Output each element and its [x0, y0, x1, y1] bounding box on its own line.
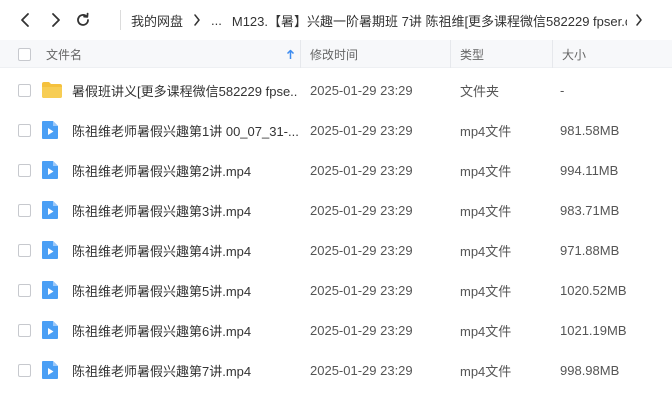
- breadcrumb-root[interactable]: 我的网盘: [131, 11, 183, 30]
- file-modified-time: 2025-01-29 23:29: [310, 362, 413, 378]
- row-checkbox[interactable]: [18, 150, 31, 190]
- row-checkbox[interactable]: [18, 270, 31, 310]
- toolbar-divider: [120, 10, 121, 30]
- column-header-modified[interactable]: 修改时间: [310, 40, 358, 68]
- file-type: mp4文件: [460, 163, 512, 179]
- file-list-header: 文件名 修改时间 类型 大小: [0, 40, 672, 68]
- row-checkbox[interactable]: [18, 70, 31, 110]
- back-button[interactable]: [15, 9, 35, 31]
- column-header-size[interactable]: 大小: [562, 40, 586, 68]
- breadcrumb-separator-icon: [193, 14, 201, 26]
- file-row-video[interactable]: 陈祖维老师暑假兴趣第2讲.mp4 2025-01-29 23:29 mp4文件 …: [0, 150, 672, 190]
- file-name[interactable]: 陈祖维老师暑假兴趣第4讲.mp4: [72, 230, 298, 270]
- chevron-right-icon: [52, 13, 60, 27]
- file-type: mp4文件: [460, 363, 512, 379]
- navigation-toolbar: 我的网盘 ... M123.【暑】兴趣一阶暑期班 7讲 陈祖维[更多课程微信58…: [0, 0, 672, 40]
- select-all-checkbox[interactable]: [18, 40, 31, 68]
- file-size: -: [560, 82, 565, 98]
- file-type: 文件夹: [460, 83, 500, 99]
- row-checkbox[interactable]: [18, 230, 31, 270]
- breadcrumb: 我的网盘 ... M123.【暑】兴趣一阶暑期班 7讲 陈祖维[更多课程微信58…: [131, 10, 672, 30]
- file-modified-time: 2025-01-29 23:29: [310, 82, 413, 98]
- file-row-video[interactable]: 陈祖维老师暑假兴趣第1讲 00_07_31-... 2025-01-29 23:…: [0, 110, 672, 150]
- file-name[interactable]: 陈祖维老师暑假兴趣第1讲 00_07_31-...: [72, 110, 298, 150]
- refresh-icon: [77, 12, 89, 26]
- file-name[interactable]: 陈祖维老师暑假兴趣第7讲.mp4: [72, 350, 298, 390]
- file-row-video[interactable]: 陈祖维老师暑假兴趣第7讲.mp4 2025-01-29 23:29 mp4文件 …: [0, 350, 672, 390]
- video-file-icon: [41, 190, 59, 230]
- file-name[interactable]: 暑假班讲义[更多课程微信582229 fpse...: [72, 70, 298, 110]
- file-type: mp4文件: [460, 323, 512, 339]
- file-list: 暑假班讲义[更多课程微信582229 fpse... 2025-01-29 23…: [0, 70, 672, 390]
- file-modified-time: 2025-01-29 23:29: [310, 202, 413, 218]
- video-file-icon: [41, 270, 59, 310]
- file-size: 1021.19MB: [560, 322, 627, 338]
- file-size: 1020.52MB: [560, 282, 627, 298]
- forward-button[interactable]: [46, 9, 66, 31]
- file-modified-time: 2025-01-29 23:29: [310, 322, 413, 338]
- refresh-button[interactable]: [73, 9, 93, 31]
- file-row-video[interactable]: 陈祖维老师暑假兴趣第3讲.mp4 2025-01-29 23:29 mp4文件 …: [0, 190, 672, 230]
- video-file-icon: [41, 350, 59, 390]
- file-size: 971.88MB: [560, 242, 620, 258]
- file-row-video[interactable]: 陈祖维老师暑假兴趣第6讲.mp4 2025-01-29 23:29 mp4文件 …: [0, 310, 672, 350]
- file-type: mp4文件: [460, 123, 512, 139]
- file-size: 981.58MB: [560, 122, 620, 138]
- column-divider[interactable]: [300, 40, 301, 68]
- column-header-name[interactable]: 文件名: [46, 40, 82, 68]
- video-file-icon: [41, 110, 59, 150]
- row-checkbox[interactable]: [18, 310, 31, 350]
- breadcrumb-more-icon[interactable]: [635, 14, 643, 26]
- row-checkbox[interactable]: [18, 190, 31, 230]
- sort-ascending-arrow-icon[interactable]: [286, 40, 295, 68]
- file-name[interactable]: 陈祖维老师暑假兴趣第2讲.mp4: [72, 150, 298, 190]
- video-file-icon: [41, 310, 59, 350]
- file-type: mp4文件: [460, 243, 512, 259]
- row-checkbox[interactable]: [18, 350, 31, 390]
- breadcrumb-ellipsis[interactable]: ...: [211, 13, 222, 28]
- file-size: 983.71MB: [560, 202, 620, 218]
- file-modified-time: 2025-01-29 23:29: [310, 242, 413, 258]
- chevron-left-icon: [21, 13, 29, 27]
- row-checkbox[interactable]: [18, 110, 31, 150]
- file-row-video[interactable]: 陈祖维老师暑假兴趣第4讲.mp4 2025-01-29 23:29 mp4文件 …: [0, 230, 672, 270]
- file-row-video[interactable]: 陈祖维老师暑假兴趣第5讲.mp4 2025-01-29 23:29 mp4文件 …: [0, 270, 672, 310]
- file-row-folder[interactable]: 暑假班讲义[更多课程微信582229 fpse... 2025-01-29 23…: [0, 70, 672, 110]
- breadcrumb-current: M123.【暑】兴趣一阶暑期班 7讲 陈祖维[更多课程微信582229 fpse…: [231, 13, 627, 29]
- file-type: mp4文件: [460, 203, 512, 219]
- video-file-icon: [41, 230, 59, 270]
- file-modified-time: 2025-01-29 23:29: [310, 162, 413, 178]
- file-name[interactable]: 陈祖维老师暑假兴趣第6讲.mp4: [72, 310, 298, 350]
- column-divider[interactable]: [450, 40, 451, 68]
- file-type: mp4文件: [460, 283, 512, 299]
- file-size: 994.11MB: [560, 162, 619, 178]
- file-modified-time: 2025-01-29 23:29: [310, 122, 413, 138]
- file-modified-time: 2025-01-29 23:29: [310, 282, 413, 298]
- column-header-type[interactable]: 类型: [460, 40, 484, 68]
- file-name[interactable]: 陈祖维老师暑假兴趣第3讲.mp4: [72, 190, 298, 230]
- folder-icon: [41, 70, 63, 110]
- video-file-icon: [41, 150, 59, 190]
- file-name[interactable]: 陈祖维老师暑假兴趣第5讲.mp4: [72, 270, 298, 310]
- column-divider[interactable]: [552, 40, 553, 68]
- file-size: 998.98MB: [560, 362, 620, 378]
